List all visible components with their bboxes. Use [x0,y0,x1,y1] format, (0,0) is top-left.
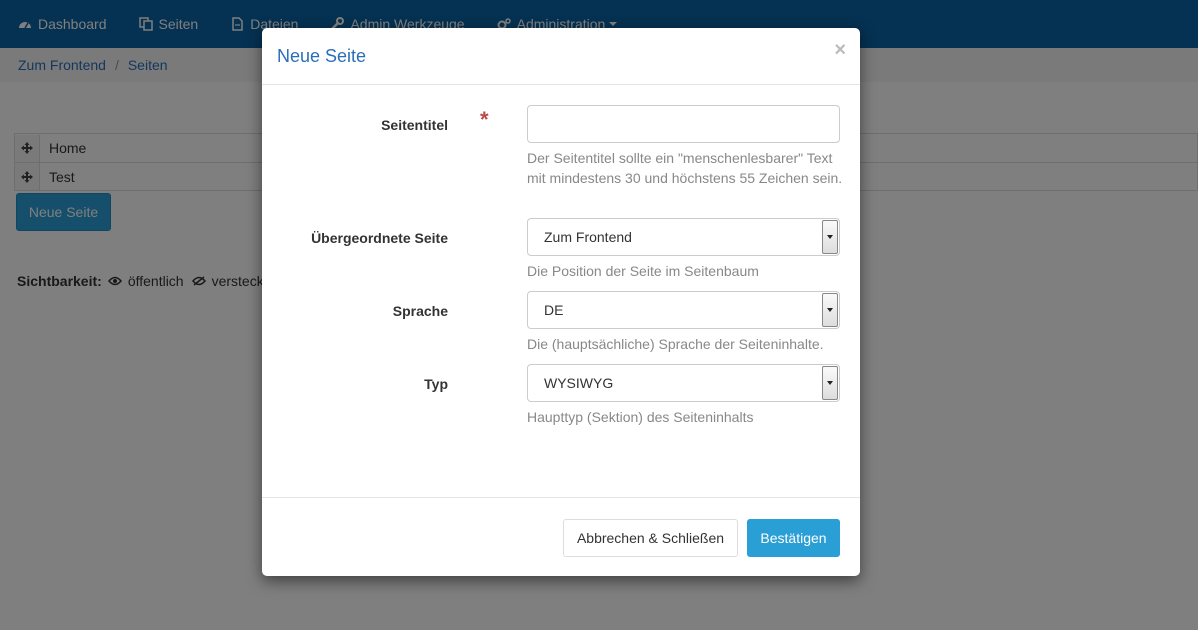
modal-title: Neue Seite [277,45,367,66]
select-arrow-icon [822,366,838,400]
title-input[interactable] [527,105,840,143]
language-label: Sprache [392,303,448,319]
close-icon[interactable]: × [834,40,846,60]
select-arrow-icon [822,293,838,327]
confirm-button[interactable]: Bestätigen [747,519,840,557]
parent-help-text: Die Position der Seite im Seitenbaum [527,263,759,279]
modal-footer: Abbrechen & Schließen Bestätigen [262,497,860,576]
parent-label: Übergeordnete Seite [311,230,448,246]
parent-select-value: Zum Frontend [544,229,632,245]
parent-select[interactable]: Zum Frontend [527,218,840,256]
modal-header: Neue Seite × [262,28,860,85]
language-help-text: Die (hauptsächliche) Sprache der Seiteni… [527,336,824,352]
language-select[interactable]: DE [527,291,840,329]
title-label: Seitentitel [381,117,448,133]
cancel-button[interactable]: Abbrechen & Schließen [563,519,738,557]
type-help-text: Haupttyp (Sektion) des Seiteninhalts [527,409,754,425]
language-select-value: DE [544,302,564,318]
required-asterisk-icon: * [480,107,489,132]
type-select[interactable]: WYSIWYG [527,364,840,402]
select-arrow-icon [822,220,838,254]
new-page-modal: Neue Seite × Seitentitel * Der Seitentit… [262,28,860,576]
title-help-text: Der Seitentitel sollte ein "menschenlesb… [527,150,843,186]
type-label: Typ [424,376,448,392]
type-select-value: WYSIWYG [544,375,614,391]
